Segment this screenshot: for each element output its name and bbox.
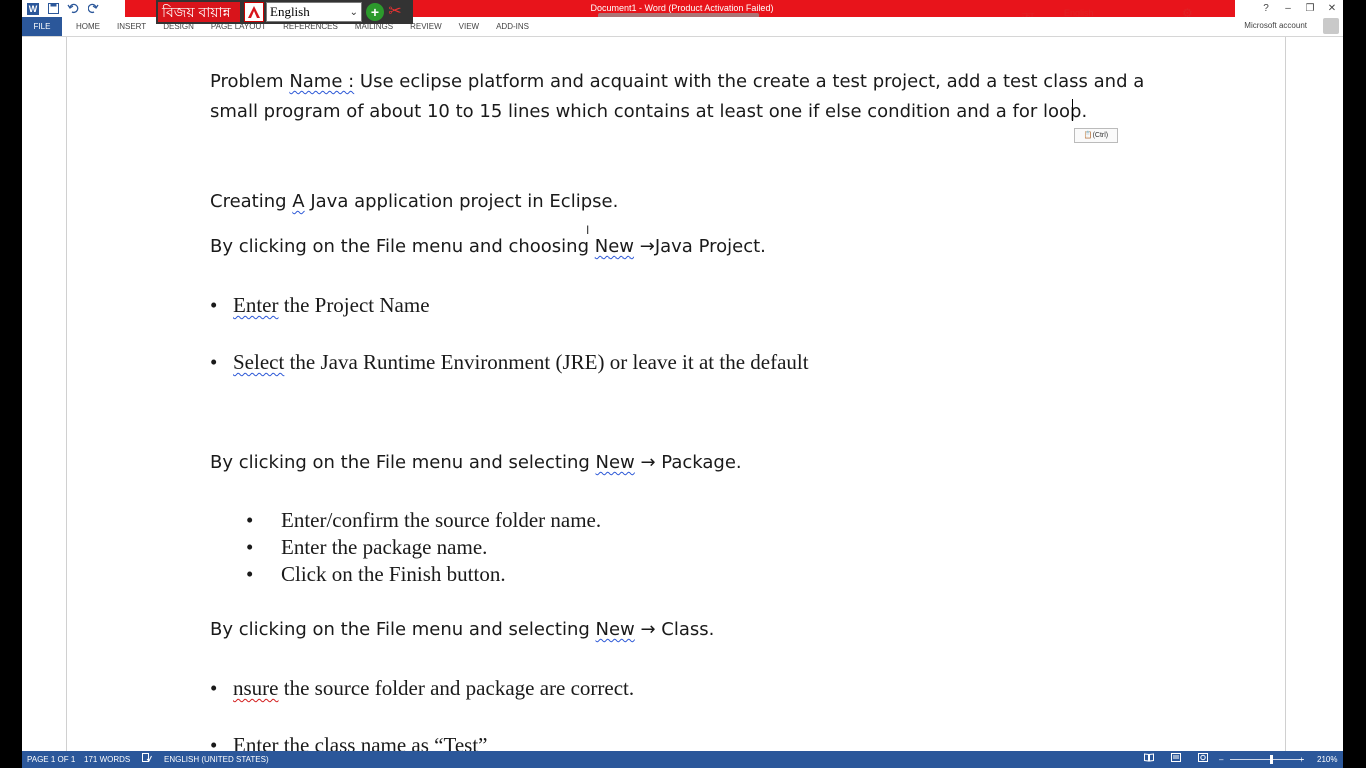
undo-icon[interactable] (66, 2, 80, 16)
status-bar: PAGE 1 OF 1 171 WORDS ENGLISH (UNITED ST… (22, 751, 1343, 768)
bullet-enter-project-name: • Enter the Project Name (210, 293, 430, 318)
bullet-dot: • (210, 676, 218, 700)
step2-part-3: → Package. (634, 452, 742, 473)
problem-text-1: Use eclipse platform and acquaint with t… (354, 71, 1145, 92)
step3-new: New (595, 619, 635, 640)
zoom-slider-thumb[interactable] (1270, 755, 1273, 764)
word-app-icon[interactable]: W (26, 2, 40, 16)
save-icon[interactable] (46, 2, 60, 16)
web-layout-icon[interactable] (1198, 751, 1208, 768)
tools-icon[interactable]: ✂ (386, 3, 404, 21)
list-item-text: Enter the package name. (281, 535, 488, 559)
bullet-marker: • Enter (210, 293, 278, 317)
step1-part-1: By clicking on the File menu and choosin… (210, 236, 595, 257)
step-package: By clicking on the File menu and selecti… (210, 452, 742, 473)
list-item-text: Enter/confirm the source folder name. (281, 508, 602, 532)
document-canvas[interactable] (22, 37, 1343, 751)
microsoft-account[interactable]: Microsoft account (1244, 21, 1307, 30)
redo-icon[interactable] (86, 2, 100, 16)
bullet-b-word: Select (233, 350, 285, 374)
bullet-a-text: the Project Name (278, 293, 430, 317)
step3-part-3: → Class. (634, 619, 715, 640)
clipboard-icon: 📋 (1083, 132, 1093, 139)
problem-line-1: Problem Name : Use eclipse platform and … (210, 71, 1144, 92)
heading-part-1: Creating (210, 191, 293, 212)
bijoy-logo[interactable]: বিজয় বায়ান্ন (158, 2, 240, 22)
step2-new: New (595, 452, 635, 473)
language-status[interactable]: ENGLISH (UNITED STATES) (164, 751, 269, 768)
tab-home[interactable]: HOME (76, 17, 100, 36)
bullet-b-text: the Java Runtime Environment (JRE) or le… (284, 350, 809, 374)
bullet-c-word: nsure (233, 676, 279, 700)
add-icon[interactable]: + (366, 3, 384, 21)
bullet-dot: • (246, 508, 254, 532)
document-title: Document1 - Word (Product Activation Fai… (590, 3, 774, 13)
word-count[interactable]: 171 WORDS (84, 751, 130, 768)
step3-part-1: By clicking on the File menu and selecti… (210, 619, 596, 640)
window-controls: ? – ❐ ✕ (1255, 0, 1343, 17)
text-cursor (1072, 99, 1073, 121)
zoom-level[interactable]: 210% (1317, 751, 1337, 768)
heading-part-2: A (292, 191, 305, 212)
adobe-icon[interactable] (244, 2, 264, 22)
bullet-dot: • (210, 293, 218, 317)
bullet-dot: • (246, 562, 254, 586)
close-button[interactable]: ✕ (1321, 0, 1343, 17)
paste-options-button[interactable]: 📋(Ctrl) (1074, 128, 1118, 143)
page-right-edge (1285, 37, 1286, 751)
step1-part-3: →Java Project. (634, 236, 766, 257)
step1-new: New (594, 236, 635, 257)
problem-label: Problem (210, 71, 290, 92)
bullet-dot: • (210, 350, 218, 374)
minimize-button[interactable]: – (1277, 0, 1299, 17)
problem-line-2: small program of about 10 to 15 lines wh… (210, 101, 1088, 122)
bullet-ensure-source: • nsure the source folder and package are… (210, 676, 634, 701)
language-select[interactable]: English ⌄ (266, 2, 362, 22)
read-mode-icon[interactable] (1144, 751, 1154, 768)
print-layout-icon[interactable] (1171, 751, 1181, 768)
step-java-project: By clicking on the File menu and choosin… (210, 236, 766, 257)
bullet-c-text: the source folder and package are correc… (278, 676, 635, 700)
page-count[interactable]: PAGE 1 OF 1 (27, 751, 75, 768)
step-class: By clicking on the File menu and selecti… (210, 619, 714, 640)
zoom-in-button[interactable]: + (1299, 751, 1304, 768)
bijoy-toolbar: বিজয় বায়ান্ন English ⌄ + ✂ (156, 0, 413, 24)
tab-insert[interactable]: INSERT (117, 17, 146, 36)
bullet-a-word: Enter (233, 293, 279, 317)
list-item-text: Click on the Finish button. (281, 562, 506, 586)
chevron-down-icon: ⌄ (349, 7, 358, 18)
help-button[interactable]: ? (1255, 0, 1277, 17)
step2-part-1: By clicking on the File menu and selecti… (210, 452, 596, 473)
ibeam-cursor-icon: I (586, 223, 590, 237)
problem-name: Name : (289, 71, 355, 92)
restore-button[interactable]: ❐ (1299, 0, 1321, 17)
bullet-dot: • (246, 535, 254, 559)
list-item: • Click on the Finish button. (246, 562, 506, 587)
zoom-slider[interactable] (1230, 759, 1304, 760)
tab-add-ins[interactable]: ADD-INS (496, 17, 529, 36)
tab-review[interactable]: REVIEW (410, 17, 442, 36)
list-item: • Enter/confirm the source folder name. (246, 508, 601, 533)
proofing-icon[interactable] (142, 751, 152, 768)
bullet-marker: • Select (210, 350, 284, 374)
language-select-value: English (270, 4, 310, 19)
bullet-marker: • nsure (210, 676, 279, 700)
list-item: • Enter the package name. (246, 535, 487, 560)
tab-view[interactable]: VIEW (459, 17, 479, 36)
zoom-out-button[interactable]: – (1219, 751, 1223, 768)
avatar[interactable] (1323, 18, 1339, 34)
word-window: W Document1 - Word (Product Activation F… (22, 0, 1343, 768)
heading-part-3: Java application project in Eclipse. (304, 191, 619, 212)
heading-java-project: Creating A Java application project in E… (210, 191, 618, 212)
bullet-select-jre: • Select the Java Runtime Environment (JR… (210, 350, 809, 375)
page-left-edge (66, 37, 67, 751)
quick-access-toolbar: W (26, 1, 100, 16)
paste-options-label: (Ctrl) (1092, 132, 1109, 139)
tab-file[interactable]: FILE (22, 17, 62, 36)
